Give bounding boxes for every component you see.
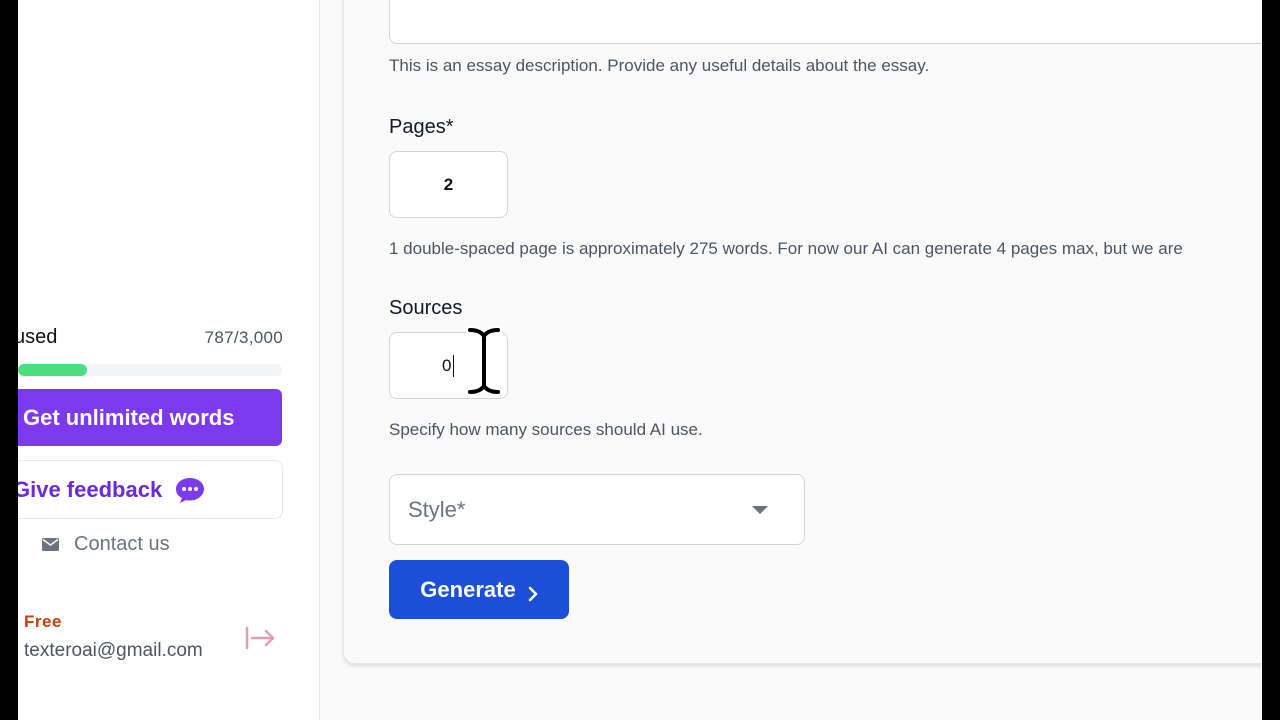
style-select[interactable]: Style*	[389, 474, 805, 545]
pages-label: Pages*	[389, 116, 454, 138]
usage-progress-bar	[18, 364, 282, 376]
pages-input[interactable]: 2	[389, 151, 508, 218]
feedback-button-label: Give feedback	[18, 476, 163, 502]
description-textarea[interactable]	[389, 0, 1262, 44]
usage-progress-fill	[18, 364, 88, 376]
chevron-right-icon	[528, 582, 538, 601]
sources-value: 0	[442, 355, 452, 375]
account-email: texteroai@gmail.com	[24, 640, 203, 661]
pages-value: 2	[443, 174, 454, 194]
give-feedback-button[interactable]: Give feedback	[18, 460, 283, 519]
app-frame: used 787/3,000 Get unlimited words Give …	[18, 0, 1262, 720]
word-usage-row: used 787/3,000	[18, 326, 283, 349]
usage-label: used	[18, 326, 58, 348]
contact-us-link[interactable]: Contact us	[42, 533, 170, 556]
text-caret	[453, 354, 455, 377]
sidebar: used 787/3,000 Get unlimited words Give …	[18, 0, 320, 720]
logout-icon[interactable]	[244, 625, 276, 651]
upgrade-button-label: Get unlimited words	[23, 404, 235, 430]
chat-bubble-icon	[174, 476, 206, 504]
generate-button-label: Generate	[420, 576, 516, 602]
description-helper: This is an essay description. Provide an…	[389, 56, 930, 75]
get-unlimited-words-button[interactable]: Get unlimited words	[18, 389, 282, 446]
mail-icon	[42, 538, 59, 551]
sources-helper: Specify how many sources should AI use.	[389, 420, 703, 439]
dropdown-caret-icon	[752, 505, 768, 514]
text-cursor-icon	[460, 325, 508, 397]
sources-label: Sources	[389, 297, 463, 319]
plan-badge: Free	[24, 612, 62, 631]
contact-us-label: Contact us	[74, 533, 170, 555]
style-placeholder: Style*	[408, 496, 466, 522]
generate-button[interactable]: Generate	[389, 560, 569, 619]
pages-helper: 1 double-spaced page is approximately 27…	[389, 239, 1183, 258]
usage-count: 787/3,000	[204, 327, 283, 347]
